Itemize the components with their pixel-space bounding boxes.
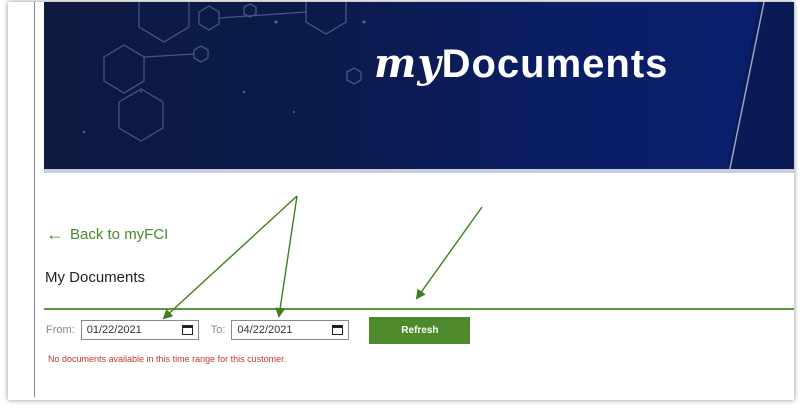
screenshot-frame: myDocuments ← Back to myFCI My Documents… bbox=[8, 2, 794, 400]
page-title: My Documents bbox=[45, 269, 146, 286]
left-border bbox=[34, 2, 35, 397]
from-date-value: 01/22/2021 bbox=[86, 324, 142, 336]
to-label: To: bbox=[210, 324, 226, 336]
to-date-input[interactable]: 04/22/2021 bbox=[231, 320, 350, 340]
banner-bottom-border bbox=[44, 169, 794, 173]
header-banner: myDocuments bbox=[44, 2, 794, 173]
to-date-value: 04/22/2021 bbox=[237, 324, 293, 336]
from-date-input[interactable]: 01/22/2021 bbox=[80, 320, 199, 340]
refresh-button[interactable]: Refresh bbox=[369, 316, 471, 344]
from-label: From: bbox=[46, 324, 75, 336]
back-to-myfci-link[interactable]: ← Back to myFCI bbox=[46, 225, 168, 243]
back-link-label: Back to myFCI bbox=[70, 225, 169, 243]
calendar-icon[interactable] bbox=[332, 325, 344, 335]
no-documents-message: No documents available in this time rang… bbox=[48, 354, 287, 364]
banner-title-my: my bbox=[374, 40, 442, 87]
section-divider bbox=[44, 308, 794, 310]
date-filter-row: From: 01/22/2021 To: 04/22/2021 Refresh bbox=[46, 316, 471, 344]
arrow-left-icon: ← bbox=[46, 224, 64, 244]
banner-title-documents: Documents bbox=[441, 42, 669, 86]
banner-title: myDocuments bbox=[374, 40, 668, 87]
hexagon-pattern bbox=[82, 2, 366, 142]
calendar-icon[interactable] bbox=[181, 325, 193, 335]
banner-stripe-decor bbox=[726, 2, 794, 173]
